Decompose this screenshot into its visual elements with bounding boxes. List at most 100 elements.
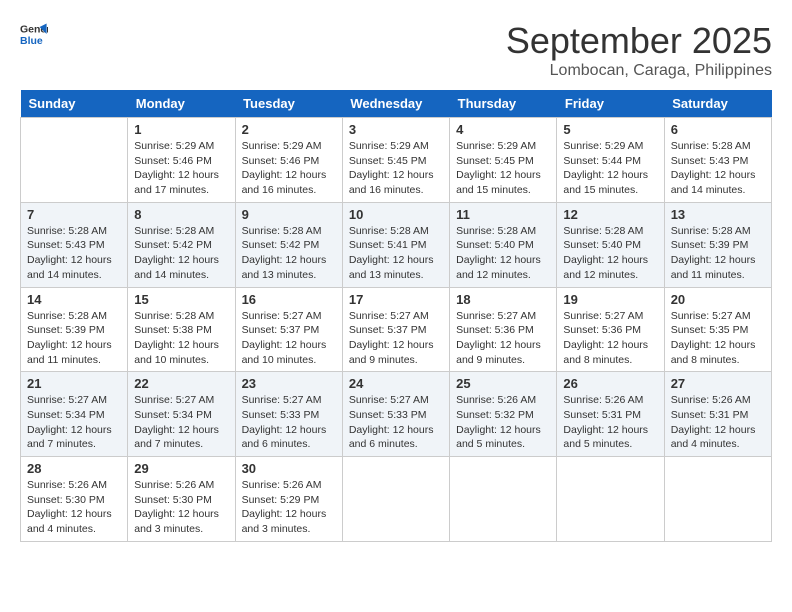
- sunset-text: Sunset: 5:46 PM: [134, 154, 228, 169]
- sunset-text: Sunset: 5:30 PM: [134, 493, 228, 508]
- day-info: Sunrise: 5:29 AMSunset: 5:45 PMDaylight:…: [456, 139, 550, 198]
- sunset-text: Sunset: 5:45 PM: [456, 154, 550, 169]
- header-row: SundayMondayTuesdayWednesdayThursdayFrid…: [21, 90, 772, 118]
- sunrise-text: Sunrise: 5:28 AM: [671, 139, 765, 154]
- week-row-4: 21Sunrise: 5:27 AMSunset: 5:34 PMDayligh…: [21, 372, 772, 457]
- logo-icon: General Blue: [20, 20, 48, 48]
- day-info: Sunrise: 5:26 AMSunset: 5:32 PMDaylight:…: [456, 393, 550, 452]
- day-cell: [21, 118, 128, 203]
- day-info: Sunrise: 5:28 AMSunset: 5:38 PMDaylight:…: [134, 309, 228, 368]
- day-cell: 10 Sunrise: 5:28 AMSunset: 5:41 PMDayligh…: [342, 202, 449, 287]
- sunrise-text: Sunrise: 5:28 AM: [242, 224, 336, 239]
- sunset-text: Sunset: 5:29 PM: [242, 493, 336, 508]
- day-cell: 17Sunrise: 5:27 AMSunset: 5:37 PMDayligh…: [342, 287, 449, 372]
- day-cell: [664, 457, 771, 542]
- day-number: 27: [671, 376, 765, 391]
- day-number: 8: [134, 207, 228, 222]
- day-cell: 29Sunrise: 5:26 AMSunset: 5:30 PMDayligh…: [128, 457, 235, 542]
- day-cell: 23Sunrise: 5:27 AMSunset: 5:33 PMDayligh…: [235, 372, 342, 457]
- sunrise-text: Sunrise: 5:28 AM: [134, 224, 228, 239]
- day-cell: 24Sunrise: 5:27 AMSunset: 5:33 PMDayligh…: [342, 372, 449, 457]
- day-number: 18: [456, 292, 550, 307]
- daylight-text: Daylight: 12 hours and 12 minutes.: [563, 253, 657, 282]
- day-info: Sunrise: 5:26 AMSunset: 5:31 PMDaylight:…: [563, 393, 657, 452]
- day-number: 29: [134, 461, 228, 476]
- sunrise-text: Sunrise: 5:27 AM: [349, 393, 443, 408]
- day-cell: 8 Sunrise: 5:28 AMSunset: 5:42 PMDaylight…: [128, 202, 235, 287]
- week-row-1: 1Sunrise: 5:29 AMSunset: 5:46 PMDaylight…: [21, 118, 772, 203]
- day-info: Sunrise: 5:28 AMSunset: 5:41 PMDaylight:…: [349, 224, 443, 283]
- day-cell: 12 Sunrise: 5:28 AMSunset: 5:40 PMDayligh…: [557, 202, 664, 287]
- sunrise-text: Sunrise: 5:28 AM: [671, 224, 765, 239]
- day-number: 11: [456, 207, 550, 222]
- day-number: 10: [349, 207, 443, 222]
- day-number: 2: [242, 122, 336, 137]
- sunrise-text: Sunrise: 5:27 AM: [242, 309, 336, 324]
- sunrise-text: Sunrise: 5:26 AM: [242, 478, 336, 493]
- sunset-text: Sunset: 5:36 PM: [563, 323, 657, 338]
- daylight-text: Daylight: 12 hours and 6 minutes.: [349, 423, 443, 452]
- daylight-text: Daylight: 12 hours and 6 minutes.: [242, 423, 336, 452]
- day-number: 4: [456, 122, 550, 137]
- day-cell: 6Sunrise: 5:28 AMSunset: 5:43 PMDaylight…: [664, 118, 771, 203]
- day-info: Sunrise: 5:27 AMSunset: 5:36 PMDaylight:…: [563, 309, 657, 368]
- day-cell: 20Sunrise: 5:27 AMSunset: 5:35 PMDayligh…: [664, 287, 771, 372]
- daylight-text: Daylight: 12 hours and 17 minutes.: [134, 168, 228, 197]
- sunrise-text: Sunrise: 5:27 AM: [27, 393, 121, 408]
- daylight-text: Daylight: 12 hours and 9 minutes.: [456, 338, 550, 367]
- sunrise-text: Sunrise: 5:28 AM: [349, 224, 443, 239]
- month-title: September 2025: [506, 20, 772, 62]
- header-cell-sunday: Sunday: [21, 90, 128, 118]
- day-info: Sunrise: 5:28 AMSunset: 5:42 PMDaylight:…: [134, 224, 228, 283]
- sunset-text: Sunset: 5:32 PM: [456, 408, 550, 423]
- header-cell-friday: Friday: [557, 90, 664, 118]
- day-cell: 21 Sunrise: 5:27 AMSunset: 5:34 PMDayligh…: [21, 372, 128, 457]
- day-number: 30: [242, 461, 336, 476]
- day-number: 17: [349, 292, 443, 307]
- daylight-text: Daylight: 12 hours and 5 minutes.: [456, 423, 550, 452]
- daylight-text: Daylight: 12 hours and 4 minutes.: [27, 507, 121, 536]
- header-cell-thursday: Thursday: [450, 90, 557, 118]
- day-number: 12: [563, 207, 657, 222]
- header-cell-saturday: Saturday: [664, 90, 771, 118]
- week-row-5: 28Sunrise: 5:26 AMSunset: 5:30 PMDayligh…: [21, 457, 772, 542]
- sunrise-text: Sunrise: 5:28 AM: [27, 309, 121, 324]
- sunrise-text: Sunrise: 5:26 AM: [563, 393, 657, 408]
- day-cell: 28Sunrise: 5:26 AMSunset: 5:30 PMDayligh…: [21, 457, 128, 542]
- sunset-text: Sunset: 5:42 PM: [134, 238, 228, 253]
- day-cell: 30Sunrise: 5:26 AMSunset: 5:29 PMDayligh…: [235, 457, 342, 542]
- daylight-text: Daylight: 12 hours and 16 minutes.: [242, 168, 336, 197]
- header: General Blue September 2025 Lombocan, Ca…: [20, 20, 772, 80]
- sunset-text: Sunset: 5:43 PM: [27, 238, 121, 253]
- day-cell: 11 Sunrise: 5:28 AMSunset: 5:40 PMDayligh…: [450, 202, 557, 287]
- day-number: 16: [242, 292, 336, 307]
- day-number: 7: [27, 207, 121, 222]
- daylight-text: Daylight: 12 hours and 16 minutes.: [349, 168, 443, 197]
- day-cell: [450, 457, 557, 542]
- day-info: Sunrise: 5:29 AMSunset: 5:46 PMDaylight:…: [134, 139, 228, 198]
- sunrise-text: Sunrise: 5:29 AM: [456, 139, 550, 154]
- day-info: Sunrise: 5:28 AMSunset: 5:40 PMDaylight:…: [456, 224, 550, 283]
- sunset-text: Sunset: 5:35 PM: [671, 323, 765, 338]
- sunset-text: Sunset: 5:34 PM: [27, 408, 121, 423]
- daylight-text: Daylight: 12 hours and 7 minutes.: [27, 423, 121, 452]
- daylight-text: Daylight: 12 hours and 9 minutes.: [349, 338, 443, 367]
- daylight-text: Daylight: 12 hours and 4 minutes.: [671, 423, 765, 452]
- sunrise-text: Sunrise: 5:29 AM: [134, 139, 228, 154]
- day-info: Sunrise: 5:28 AMSunset: 5:43 PMDaylight:…: [27, 224, 121, 283]
- sunset-text: Sunset: 5:33 PM: [242, 408, 336, 423]
- day-cell: 5Sunrise: 5:29 AMSunset: 5:44 PMDaylight…: [557, 118, 664, 203]
- day-info: Sunrise: 5:27 AMSunset: 5:33 PMDaylight:…: [242, 393, 336, 452]
- day-info: Sunrise: 5:28 AMSunset: 5:40 PMDaylight:…: [563, 224, 657, 283]
- sunrise-text: Sunrise: 5:26 AM: [456, 393, 550, 408]
- sunset-text: Sunset: 5:45 PM: [349, 154, 443, 169]
- calendar-table: SundayMondayTuesdayWednesdayThursdayFrid…: [20, 90, 772, 542]
- day-number: 21: [27, 376, 121, 391]
- day-info: Sunrise: 5:29 AMSunset: 5:46 PMDaylight:…: [242, 139, 336, 198]
- day-info: Sunrise: 5:27 AMSunset: 5:37 PMDaylight:…: [242, 309, 336, 368]
- day-cell: 26Sunrise: 5:26 AMSunset: 5:31 PMDayligh…: [557, 372, 664, 457]
- day-info: Sunrise: 5:28 AMSunset: 5:42 PMDaylight:…: [242, 224, 336, 283]
- daylight-text: Daylight: 12 hours and 14 minutes.: [671, 168, 765, 197]
- day-cell: 22Sunrise: 5:27 AMSunset: 5:34 PMDayligh…: [128, 372, 235, 457]
- day-number: 22: [134, 376, 228, 391]
